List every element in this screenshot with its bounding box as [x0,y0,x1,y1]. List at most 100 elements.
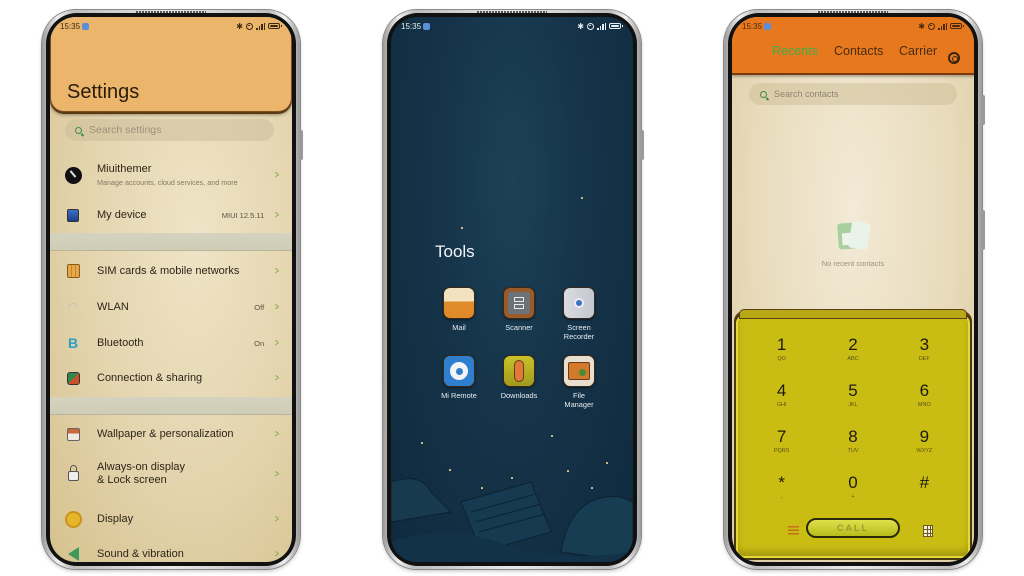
app-mi-remote[interactable]: Mi Remote [429,355,489,409]
settings-item-sound[interactable]: Sound & vibration > [50,542,292,562]
app-label: Mi Remote [441,391,477,400]
alarm-icon [587,22,594,30]
app-label: File Manager [564,391,594,409]
phone-settings: Settings 15:35 ✱ Search settings Miuithe… [42,10,303,569]
downloads-app-icon [503,355,535,387]
dial-key-letters: PQRS [773,448,790,454]
volume-button [641,130,644,160]
app-screen-recorder[interactable]: Screen Recorder [549,287,609,341]
settings-item-lock-screen[interactable]: Always-on display & Lock screen > [50,457,292,491]
empty-state: No recent contacts [732,219,974,268]
app-downloads[interactable]: Downloads [489,355,549,409]
dial-key[interactable]: 5 JKL [817,381,888,417]
chevron-right-icon: > [275,337,280,349]
volume-button [300,130,303,160]
section-divider [50,233,292,251]
app-mail[interactable]: Mail [429,287,489,341]
speaker-grille [818,11,888,13]
item-value: Off [254,302,265,312]
item-subtitle: Manage accounts, cloud services, and mor… [97,178,238,187]
app-label: Scanner [505,323,533,332]
search-input[interactable]: Search settings [65,119,274,141]
volume-button [982,95,985,125]
speaker-grille [136,11,206,13]
item-label: Display [97,512,134,525]
app-scanner[interactable]: Scanner [489,287,549,341]
item-label: SIM cards & mobile networks [97,264,240,277]
scanner-app-icon [503,287,535,319]
settings-item-wlan[interactable]: ◠ WLAN Off > [50,295,292,319]
dial-key-letters: JKL [848,402,858,408]
search-input[interactable]: Search contacts [749,83,957,105]
dial-key-digit: 0 [848,473,858,492]
tab-recents[interactable]: Recents [772,44,818,58]
dial-key-letters: ABC [847,356,859,362]
dial-key[interactable]: 4 GHI [746,381,817,417]
alarm-icon [246,22,253,30]
dial-key[interactable]: # [889,473,960,509]
dial-key-digit: 1 [776,335,787,354]
settings-item-miuithemer[interactable]: Miuithemer Manage accounts, cloud service… [50,157,292,193]
star [581,197,583,199]
item-value: MIUI 12.5.11 [221,210,265,220]
signal-icon [597,22,606,30]
settings-item-connection[interactable]: Connection & sharing > [50,366,292,390]
notification-icon [82,22,90,30]
dial-key-digit: 5 [848,381,858,400]
dial-key[interactable]: 7 PQRS [746,427,817,463]
call-button[interactable]: CALL [806,518,900,538]
dial-key-letters: MNO [917,402,931,408]
chevron-right-icon: > [275,548,280,560]
notification-icon [423,22,431,30]
dial-key-letters: , [780,494,783,500]
dial-key[interactable]: 3 DEF [889,335,960,371]
empty-text: No recent contacts [821,259,885,268]
bluetooth-icon: ✱ [236,21,243,31]
notification-icon [764,22,772,30]
search-icon [760,90,767,98]
chevron-right-icon: > [275,301,280,313]
settings-item-display[interactable]: Display > [50,507,292,531]
folder-title: Tools [435,242,475,261]
dial-key-letters: QO [777,356,786,362]
tab-carrier[interactable]: Carrier [899,44,937,58]
dial-key-letters: DEF [918,356,930,362]
settings-item-my-device[interactable]: My device MIUI 12.5.11 > [50,203,292,227]
item-label: Always-on display & Lock screen [97,461,186,486]
miuithemer-icon [64,166,82,184]
chevron-right-icon: > [275,169,280,181]
item-label: Wallpaper & personalization [97,427,234,440]
dial-key[interactable]: 6 MNO [889,381,960,417]
gear-icon[interactable] [948,52,960,64]
dial-pad: 1 QO 2 ABC 3 DEF 4 GHI 5 JKL 6 MNO 7 PQRS 8 TUV 9 WXYZ *, 0… [734,309,972,560]
settings-item-sim[interactable]: SIM cards & mobile networks > [50,259,292,283]
status-bar: 15:35 ✱ [50,17,292,35]
dial-key[interactable]: 8 TUV [817,427,888,463]
chevron-right-icon: > [275,428,280,440]
battery-icon [268,23,282,29]
chevron-right-icon: > [275,468,280,480]
dial-key-letters: WXYZ [916,448,933,454]
dial-key[interactable]: 0 + [817,473,888,509]
dial-key[interactable]: *, [746,473,817,509]
connection-icon [66,371,80,385]
keypad-toggle-icon[interactable] [923,525,933,537]
dial-key[interactable]: 9 WXYZ [889,427,960,463]
tab-contacts[interactable]: Contacts [834,44,883,58]
settings-item-wallpaper[interactable]: Wallpaper & personalization > [50,422,292,446]
speaker-grille [477,11,547,13]
app-label: Screen Recorder [563,323,595,341]
app-file-manager[interactable]: File Manager [549,355,609,409]
dial-key[interactable]: 2 ABC [817,335,888,371]
dialer-screen: 15:35 ✱ Recents Contacts Carrier Search … [732,17,974,562]
dial-key-digit: * [778,473,785,492]
dial-key-digit: 2 [848,335,858,354]
bluetooth-icon: ✱ [918,21,925,31]
dial-key[interactable]: 1 QO [746,335,817,371]
dial-key-digit: 8 [848,427,858,446]
signal-icon [938,22,947,30]
settings-item-bluetooth[interactable]: B Bluetooth On > [50,331,292,355]
chevron-right-icon: > [275,372,280,384]
search-placeholder: Search contacts [774,89,839,99]
wallpaper-sketch [391,478,633,562]
